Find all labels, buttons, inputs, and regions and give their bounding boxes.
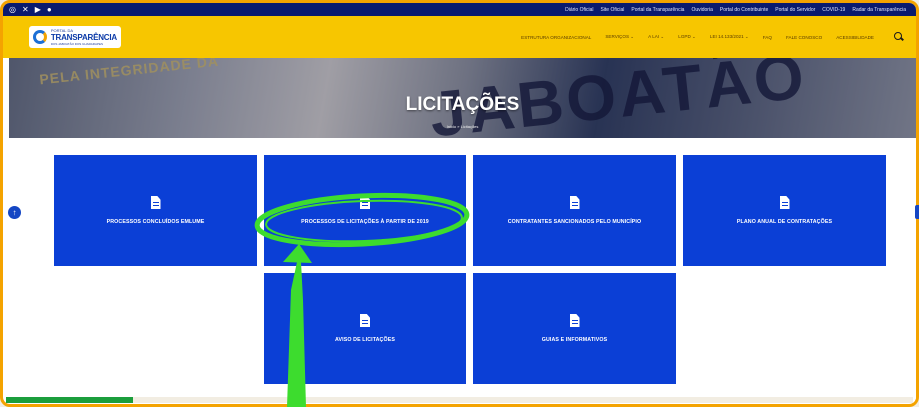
instagram-icon[interactable]: ◎ [9,3,16,16]
document-icon [360,196,370,209]
logo-mark-icon [33,30,47,44]
scroll-up-icon[interactable]: ↑ [8,206,21,219]
tile-label: GUIAS E INFORMATIVOS [541,337,608,343]
link-ouvidoria[interactable]: Ouvidoria [691,7,712,13]
page-title: LICITAÇÕES [405,94,520,115]
link-portal-contribuinte[interactable]: Portal do Contribuinte [720,7,768,13]
tile-processos-licitacoes-2019[interactable]: PROCESSOS DE LICITAÇÕES À PARTIR DE 2019 [264,155,466,266]
tile-label: CONTRATANTES SANCIONADOS PELO MUNICÍPIO [507,219,642,225]
menu-a-lai[interactable]: A LAI ⌄ [648,34,664,40]
breadcrumb[interactable]: Início » Licitações [9,124,916,129]
x-icon[interactable]: ✕ [22,3,29,16]
logo-big-text: TRANSPARÊNCIA [50,33,117,42]
tile-processos-concluidos[interactable]: PROCESSOS CONCLUÍDOS EMLUME [54,155,257,266]
main-navbar: PORTAL DA TRANSPARÊNCIA DOS JABOATÃO DOS… [3,16,916,58]
site-logo[interactable]: PORTAL DA TRANSPARÊNCIA DOS JABOATÃO DOS… [29,26,121,48]
menu-acessibilidade[interactable]: ACESSIBILIDADE [836,35,874,40]
tile-label: PROCESSOS DE LICITAÇÕES À PARTIR DE 2019 [301,219,429,225]
youtube-icon[interactable]: ▶ [35,3,41,16]
menu-fale-conosco[interactable]: FALE CONOSCO [786,35,822,40]
document-icon [569,314,580,327]
search-icon[interactable] [894,32,904,42]
logo-text: PORTAL DA TRANSPARÊNCIA DOS JABOATÃO DOS… [51,28,117,46]
facebook-icon[interactable]: ● [47,3,52,16]
utility-links: Diário Oficial Site Oficial Portal da Tr… [565,7,910,13]
document-icon [360,314,370,327]
document-icon [150,196,161,209]
link-covid-19[interactable]: COVID-19 [822,7,845,13]
tile-plano-anual[interactable]: PLANO ANUAL DE CONTRATAÇÕES [683,155,886,266]
document-icon [569,196,580,209]
menu-lei-14133[interactable]: LEI 14.133/2021 ⌄ [710,34,749,40]
link-radar-transparencia[interactable]: Radar da Transparência [852,7,906,13]
tile-label: AVISO DE LICITAÇÕES [335,337,395,343]
tile-label: PROCESSOS CONCLUÍDOS EMLUME [106,219,205,225]
menu-faq[interactable]: FAQ [763,35,772,40]
tile-contratantes-sancionados[interactable]: CONTRATANTES SANCIONADOS PELO MUNICÍPIO [473,155,676,266]
arrow-up-glyph: ↑ [12,208,17,217]
side-tab-button[interactable] [915,205,919,219]
menu-estrutura-organizacional[interactable]: ESTRUTURA ORGANIZACIONAL [521,35,591,40]
tile-guias-informativos[interactable]: GUIAS E INFORMATIVOS [473,273,676,384]
document-icon [779,196,790,209]
link-portal-transparencia[interactable]: Portal da Transparência [631,7,684,13]
link-portal-servidor[interactable]: Portal do Servidor [775,7,815,13]
link-diario-oficial[interactable]: Diário Oficial [565,7,593,13]
logo-sub-text: DOS JABOATÃO DOS GUARARAPES [50,42,103,46]
tile-aviso-licitacoes[interactable]: AVISO DE LICITAÇÕES [264,273,466,384]
top-utility-bar: ◎ ✕ ▶ ● Diário Oficial Site Oficial Port… [3,3,916,16]
main-menu: ESTRUTURA ORGANIZACIONAL SERVIÇOS ⌄ A LA… [521,32,904,42]
tile-label: PLANO ANUAL DE CONTRATAÇÕES [736,219,833,225]
menu-servicos[interactable]: SERVIÇOS ⌄ [605,34,634,40]
social-links: ◎ ✕ ▶ ● [9,3,52,16]
link-site-oficial[interactable]: Site Oficial [600,7,624,13]
page-hero: PELA INTEGRIDADE DA JABOATÃO LICITAÇÕES … [9,58,916,138]
menu-lgpd[interactable]: LGPD ⌄ [678,34,696,40]
footer-strip [6,397,913,403]
